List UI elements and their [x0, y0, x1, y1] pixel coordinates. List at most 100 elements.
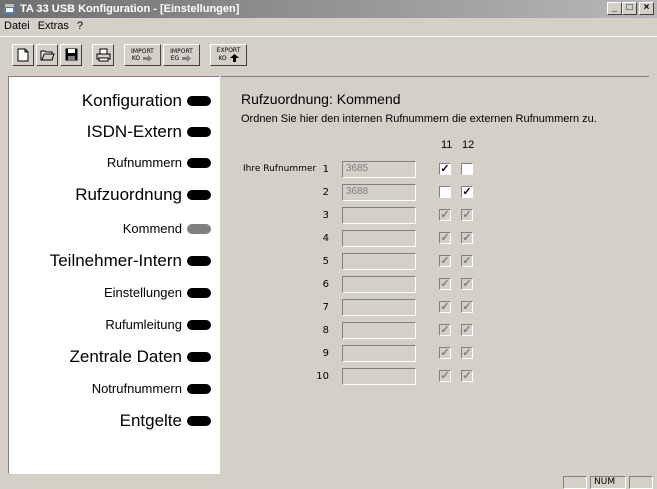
phone-number-field[interactable]: 3688: [342, 184, 416, 201]
menu-help[interactable]: ?: [73, 19, 87, 34]
table-row: 10 ✓ ✓: [221, 367, 649, 387]
checkbox-11[interactable]: ✓: [439, 255, 451, 267]
nav-label: Einstellungen: [103, 285, 182, 300]
checkbox-11[interactable]: [439, 186, 451, 198]
status-bar: NUM: [0, 475, 657, 489]
menu-bar: Datei Extras ?: [0, 19, 87, 34]
nav-label: Teilnehmer-Intern: [49, 251, 182, 270]
save-button[interactable]: [60, 43, 82, 66]
arrow-right-icon: [182, 54, 192, 62]
export-ko-label-2: KO: [218, 54, 227, 62]
printer-icon: [96, 48, 110, 61]
nav-konfiguration[interactable]: Konfiguration: [82, 91, 211, 111]
window-title: TA 33 USB Konfiguration - [Einstellungen…: [20, 3, 240, 15]
bullet-icon: [187, 127, 211, 137]
new-button[interactable]: [12, 43, 34, 66]
checkbox-11[interactable]: ✓: [439, 324, 451, 336]
phone-number-field[interactable]: [342, 345, 416, 362]
checkbox-12[interactable]: ✓: [461, 186, 473, 198]
page-description: Ordnen Sie hier den internen Rufnummern …: [241, 113, 597, 125]
bullet-icon: [187, 256, 211, 266]
checkbox-11[interactable]: ✓: [439, 278, 451, 290]
bullet-icon: [187, 352, 211, 362]
toolbar: IMPORT KO IMPORT EG EXPORT KO: [0, 36, 657, 72]
checkbox-12[interactable]: ✓: [461, 347, 473, 359]
close-button[interactable]: ×: [639, 2, 654, 15]
status-pane-empty: [563, 476, 587, 489]
maximize-button[interactable]: □: [622, 2, 637, 15]
menu-extras[interactable]: Extras: [34, 19, 73, 34]
nav-entgelte[interactable]: Entgelte: [120, 411, 211, 431]
checkbox-11[interactable]: ✓: [439, 301, 451, 313]
bullet-icon: [187, 319, 211, 330]
checkbox-12[interactable]: ✓: [461, 232, 473, 244]
print-button[interactable]: [92, 43, 114, 66]
table-row: 6 ✓ ✓: [221, 275, 649, 295]
table-row: 3 ✓ ✓: [221, 206, 649, 226]
bullet-icon-active: [187, 223, 211, 234]
row-number: 6: [322, 279, 329, 290]
column-header-11: 11: [441, 139, 453, 151]
import-ko-label-1: IMPORT: [131, 47, 154, 55]
phone-number-field[interactable]: [342, 253, 416, 270]
nav-notrufnummern[interactable]: Notrufnummern: [92, 381, 211, 396]
nav-isdn-extern[interactable]: ISDN-Extern: [87, 122, 211, 142]
checkbox-12[interactable]: ✓: [461, 324, 473, 336]
phone-number-field[interactable]: 3685: [342, 161, 416, 178]
bullet-icon: [187, 287, 211, 298]
bullet-icon: [187, 157, 211, 168]
nav-teilnehmer-intern[interactable]: Teilnehmer-Intern: [50, 251, 211, 271]
table-row: 5 ✓ ✓: [221, 252, 649, 272]
phone-number-field[interactable]: [342, 276, 416, 293]
checkbox-11[interactable]: ✓: [439, 163, 451, 175]
arrow-up-icon: [229, 54, 239, 62]
table-row: 7 ✓ ✓: [221, 298, 649, 318]
save-disk-icon: [65, 48, 77, 61]
nav-einstellungen[interactable]: Einstellungen: [104, 285, 211, 300]
menu-datei[interactable]: Datei: [0, 19, 34, 34]
nav-zentrale-daten[interactable]: Zentrale Daten: [70, 347, 211, 367]
bullet-icon: [187, 96, 211, 106]
row-number: 2: [322, 187, 329, 198]
table-row: 2 3688 ✓: [221, 183, 649, 203]
minimize-button[interactable]: _: [607, 2, 622, 15]
status-pane-empty: [629, 476, 653, 489]
export-ko-button[interactable]: EXPORT KO: [210, 43, 247, 66]
nav-rufnummern[interactable]: Rufnummern: [107, 155, 211, 170]
phone-number-field[interactable]: [342, 207, 416, 224]
nav-label: Notrufnummern: [91, 381, 182, 396]
navigation-panel: Konfiguration ISDN-Extern Rufnummern Ruf…: [8, 76, 220, 474]
nav-label: Rufnummern: [106, 155, 182, 170]
import-eg-button[interactable]: IMPORT EG: [163, 43, 200, 66]
phone-number-field[interactable]: [342, 299, 416, 316]
checkbox-12[interactable]: ✓: [461, 370, 473, 382]
table-row: Ihre Rufnummer 1 3685 ✓: [221, 160, 649, 180]
checkbox-12[interactable]: ✓: [461, 209, 473, 221]
nav-label: Zentrale Daten: [69, 347, 182, 366]
checkbox-11[interactable]: ✓: [439, 232, 451, 244]
row-number: 7: [322, 302, 329, 313]
row-number: 5: [322, 256, 329, 267]
row-label: Ihre Rufnummer: [243, 164, 317, 174]
checkbox-12[interactable]: ✓: [461, 301, 473, 313]
row-number: 9: [322, 348, 329, 359]
checkbox-11[interactable]: ✓: [439, 347, 451, 359]
open-folder-icon: [40, 50, 55, 61]
nav-rufumleitung[interactable]: Rufumleitung: [105, 317, 211, 332]
checkbox-11[interactable]: ✓: [439, 209, 451, 221]
checkbox-12[interactable]: [461, 163, 473, 175]
checkbox-12[interactable]: ✓: [461, 278, 473, 290]
import-ko-button[interactable]: IMPORT KO: [124, 43, 161, 66]
column-header-12: 12: [462, 139, 475, 151]
open-button[interactable]: [36, 43, 58, 66]
checkbox-12[interactable]: ✓: [461, 255, 473, 267]
phone-number-field[interactable]: [342, 322, 416, 339]
nav-rufzuordnung[interactable]: Rufzuordnung: [75, 185, 211, 205]
nav-label: ISDN-Extern: [86, 122, 182, 141]
phone-number-field[interactable]: [342, 368, 416, 385]
bullet-icon: [187, 383, 211, 394]
import-ko-label-2: KO: [131, 54, 141, 62]
checkbox-11[interactable]: ✓: [439, 370, 451, 382]
nav-kommend[interactable]: Kommend: [123, 221, 211, 236]
phone-number-field[interactable]: [342, 230, 416, 247]
